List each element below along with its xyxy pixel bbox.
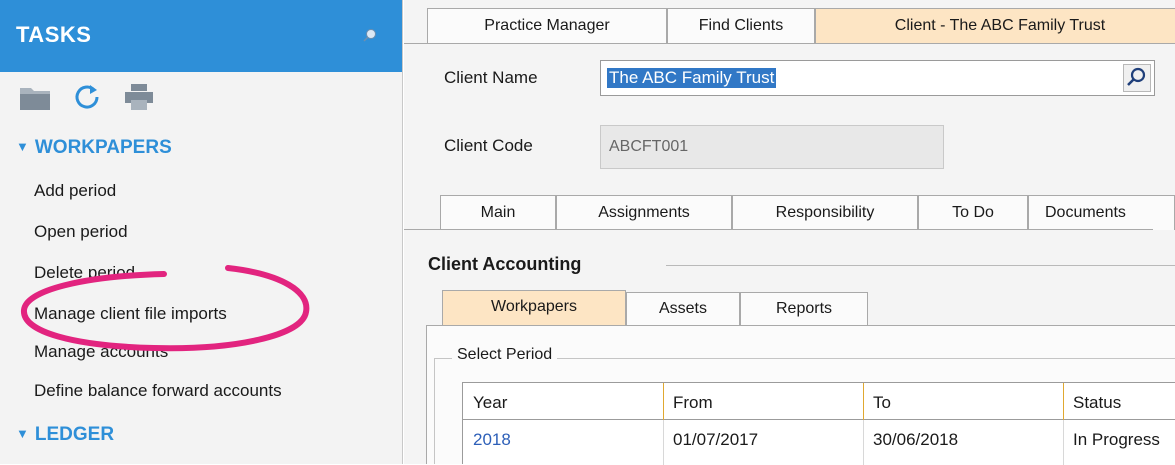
grid-header: Year From To Status (463, 383, 1175, 420)
period-grid[interactable]: Year From To Status 2018 01/07/2017 30/0… (462, 382, 1175, 465)
tab-responsibility[interactable]: Responsibility (732, 195, 918, 230)
row-divider (1063, 420, 1064, 465)
row-divider (863, 420, 864, 465)
client-code-value: ABCFT001 (609, 138, 689, 155)
task-toolbar (18, 80, 156, 114)
section-workpapers[interactable]: ▼ WORKPAPERS (16, 137, 172, 159)
tab-reports[interactable]: Reports (740, 292, 868, 326)
client-name-input[interactable]: The ABC Family Trust (600, 60, 1155, 96)
tab-to-do[interactable]: To Do (918, 195, 1028, 230)
print-icon[interactable] (122, 82, 156, 112)
task-manage-client-file-imports[interactable]: Manage client file imports (34, 304, 227, 324)
tab-practice-manager[interactable]: Practice Manager (427, 8, 667, 44)
group-rule (666, 265, 1175, 266)
tab-assets[interactable]: Assets (626, 292, 740, 326)
cell-status: In Progress (1073, 430, 1160, 449)
sub-tab-strip-border (404, 229, 1153, 230)
select-period-border-left (434, 358, 435, 464)
client-name-label: Client Name (444, 68, 538, 87)
tab-find-clients[interactable]: Find Clients (667, 8, 815, 44)
pin-icon[interactable] (362, 27, 378, 43)
search-icon (1127, 67, 1146, 86)
col-status[interactable]: Status (1073, 393, 1121, 413)
client-name-value: The ABC Family Trust (607, 68, 777, 88)
tab-assignments[interactable]: Assignments (556, 195, 732, 230)
main-area: Practice Manager Find Clients Client - T… (404, 0, 1175, 465)
client-code-label: Client Code (444, 136, 533, 155)
task-pane-title: TASKS (16, 22, 92, 47)
col-from[interactable]: From (673, 393, 713, 413)
tab-main[interactable]: Main (440, 195, 556, 230)
section-ledger[interactable]: ▼ LEDGER (16, 424, 114, 446)
tab-strip-border (404, 43, 1175, 44)
task-define-balance-forward-accounts[interactable]: Define balance forward accounts (34, 381, 282, 401)
select-period-legend: Select Period (452, 346, 558, 364)
row-divider (663, 420, 664, 465)
section-workpapers-label: WORKPAPERS (34, 137, 172, 158)
col-divider (863, 383, 864, 420)
task-open-period[interactable]: Open period (34, 222, 128, 242)
document-tabs: Practice Manager Find Clients Client - T… (404, 0, 1175, 44)
tab-workpapers[interactable]: Workpapers (442, 290, 626, 326)
cell-from: 01/07/2017 (673, 430, 759, 449)
expand-caret-icon: ▼ (16, 139, 29, 154)
task-manage-accounts[interactable]: Manage accounts (34, 342, 168, 362)
tab-client-abc-family-trust[interactable]: Client - The ABC Family Trust (815, 8, 1175, 44)
col-divider (1063, 383, 1064, 420)
col-year[interactable]: Year (473, 393, 507, 413)
client-code-field: ABCFT001 (600, 125, 944, 169)
section-ledger-label: LEDGER (34, 424, 115, 445)
task-add-period[interactable]: Add period (34, 181, 116, 201)
task-pane: TASKS ▼ WORKPAPERS Add period Open period… (0, 0, 403, 464)
col-divider (663, 383, 664, 420)
search-button[interactable] (1123, 64, 1151, 92)
task-pane-header: TASKS (0, 0, 402, 72)
refresh-icon[interactable] (70, 82, 104, 112)
cell-to: 30/06/2018 (873, 430, 959, 449)
client-sub-tabs: Main Assignments Responsibility To Do Do… (404, 195, 1175, 230)
folder-icon[interactable] (18, 82, 52, 112)
client-accounting-title: Client Accounting (428, 254, 582, 274)
task-delete-period[interactable]: Delete period (34, 263, 135, 283)
expand-caret-icon: ▼ (16, 426, 29, 441)
tab-documents[interactable]: Documents (1028, 195, 1175, 230)
col-to[interactable]: To (873, 393, 891, 413)
cell-year[interactable]: 2018 (473, 430, 511, 450)
